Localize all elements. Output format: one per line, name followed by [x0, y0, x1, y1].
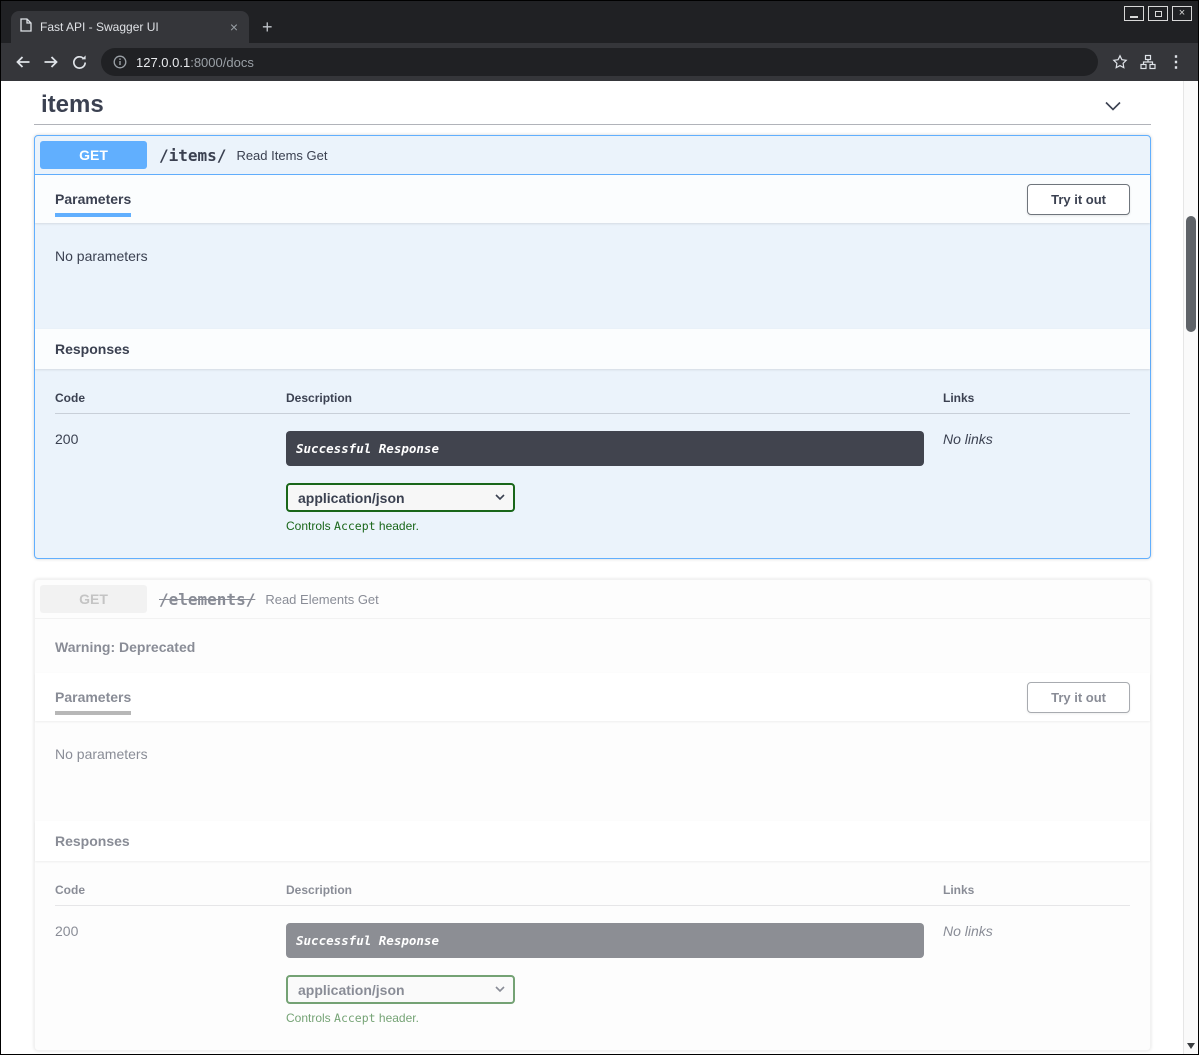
- parameters-tab: Parameters: [55, 191, 131, 217]
- response-code: 200: [55, 414, 286, 533]
- response-description: Successful Response: [286, 431, 924, 466]
- back-icon[interactable]: [9, 48, 37, 76]
- media-type-select[interactable]: application/json: [286, 975, 515, 1004]
- accept-note-suffix: header.: [376, 1011, 419, 1025]
- minimize-button[interactable]: [1124, 6, 1144, 21]
- maximize-icon: [1155, 11, 1162, 17]
- description-column-header: Description: [286, 381, 943, 414]
- browser-window: Fast API - Swagger UI × + ×: [0, 0, 1199, 1055]
- links-column-header: Links: [943, 381, 1130, 414]
- chevron-down-icon[interactable]: [1101, 93, 1125, 117]
- maximize-button[interactable]: [1148, 6, 1168, 21]
- window-controls: ×: [1124, 6, 1192, 21]
- url-text: 127.0.0.1:8000/docs: [136, 55, 254, 70]
- media-type-control: application/json: [286, 483, 515, 512]
- operation-path: /elements/: [159, 590, 255, 609]
- no-parameters-text: No parameters: [55, 248, 148, 264]
- accept-note-prefix: Controls: [286, 519, 334, 533]
- tab-strip: Fast API - Swagger UI × + ×: [1, 1, 1198, 43]
- response-links: No links: [943, 906, 1130, 1025]
- accept-code: Accept: [334, 519, 376, 533]
- reload-icon[interactable]: [65, 48, 93, 76]
- page-scrollbar[interactable]: [1183, 81, 1198, 1054]
- opblock-get-items: GET /items/ Read Items Get Parameters Tr…: [34, 135, 1151, 559]
- media-type-control: application/json: [286, 975, 515, 1004]
- browser-toolbar: 127.0.0.1:8000/docs ⋮: [1, 43, 1198, 81]
- accept-header-note: Controls Accept header.: [286, 519, 943, 533]
- minimize-icon: [1130, 16, 1138, 18]
- close-button[interactable]: ×: [1172, 6, 1192, 21]
- page-content: items GET /items/ Read Items Get Paramet…: [1, 81, 1198, 1054]
- responses-label: Responses: [55, 833, 130, 849]
- responses-body: Code Description Links 200 Successful Re…: [35, 861, 1150, 1050]
- parameters-header: Parameters Try it out: [35, 175, 1150, 223]
- code-column-header: Code: [55, 873, 286, 906]
- links-column-header: Links: [943, 873, 1130, 906]
- opblock-get-elements-deprecated: GET /elements/ Read Elements Get Warning…: [34, 579, 1151, 1051]
- response-description-cell: Successful Response application/json Con…: [286, 906, 943, 1025]
- operation-summary-row[interactable]: GET /elements/ Read Elements Get: [35, 580, 1150, 619]
- responses-table: Code Description Links 200 Successful Re…: [55, 381, 1130, 533]
- scroll-down-arrow-icon[interactable]: [1187, 1043, 1195, 1049]
- operation-description: Read Items Get: [236, 148, 327, 163]
- response-description: Successful Response: [286, 923, 924, 958]
- no-parameters-text: No parameters: [55, 746, 148, 762]
- parameters-body: No parameters: [35, 223, 1150, 329]
- try-it-out-button[interactable]: Try it out: [1027, 184, 1130, 215]
- accept-header-note: Controls Accept header.: [286, 1011, 943, 1025]
- accept-note-suffix: header.: [376, 519, 419, 533]
- responses-header: Responses: [35, 821, 1150, 861]
- browser-chrome: Fast API - Swagger UI × + ×: [1, 1, 1198, 81]
- scrollbar-thumb[interactable]: [1186, 216, 1196, 332]
- page-icon: [20, 18, 32, 37]
- parameters-tab: Parameters: [55, 689, 131, 715]
- tab-close-icon[interactable]: ×: [228, 20, 240, 34]
- deprecated-warning: Warning: Deprecated: [35, 619, 1150, 673]
- bookmark-star-icon[interactable]: [1106, 48, 1134, 76]
- address-bar[interactable]: 127.0.0.1:8000/docs: [101, 48, 1098, 76]
- responses-label: Responses: [55, 341, 130, 357]
- swagger-ui: items GET /items/ Read Items Get Paramet…: [34, 81, 1151, 1051]
- accept-note-prefix: Controls: [286, 1011, 334, 1025]
- code-column-header: Code: [55, 381, 286, 414]
- response-description-cell: Successful Response application/json Con…: [286, 414, 943, 533]
- site-info-icon[interactable]: [113, 55, 127, 69]
- parameters-header: Parameters Try it out: [35, 673, 1150, 721]
- section-title: items: [41, 91, 104, 119]
- operation-summary-row[interactable]: GET /items/ Read Items Get: [35, 136, 1150, 175]
- menu-dots-icon[interactable]: ⋮: [1162, 48, 1190, 76]
- close-icon: ×: [1179, 8, 1185, 19]
- try-it-out-button[interactable]: Try it out: [1027, 682, 1130, 713]
- browser-tab[interactable]: Fast API - Swagger UI ×: [11, 11, 249, 43]
- hierarchy-icon[interactable]: [1134, 48, 1162, 76]
- forward-icon[interactable]: [37, 48, 65, 76]
- parameters-body: No parameters: [35, 721, 1150, 821]
- response-code: 200: [55, 906, 286, 1025]
- response-links: No links: [943, 414, 1130, 533]
- url-host: 127.0.0.1: [136, 55, 190, 70]
- responses-body: Code Description Links 200 Successful Re…: [35, 369, 1150, 558]
- method-badge: GET: [40, 585, 147, 613]
- accept-code: Accept: [334, 1011, 376, 1025]
- api-section-header[interactable]: items: [34, 81, 1151, 125]
- url-path: :8000/docs: [190, 55, 254, 70]
- responses-table: Code Description Links 200 Successful Re…: [55, 873, 1130, 1025]
- new-tab-button[interactable]: +: [249, 11, 286, 43]
- description-column-header: Description: [286, 873, 943, 906]
- operation-path: /items/: [159, 146, 226, 165]
- method-badge: GET: [40, 141, 147, 169]
- operation-description: Read Elements Get: [265, 592, 378, 607]
- responses-header: Responses: [35, 329, 1150, 369]
- tab-title: Fast API - Swagger UI: [40, 20, 220, 34]
- media-type-select[interactable]: application/json: [286, 483, 515, 512]
